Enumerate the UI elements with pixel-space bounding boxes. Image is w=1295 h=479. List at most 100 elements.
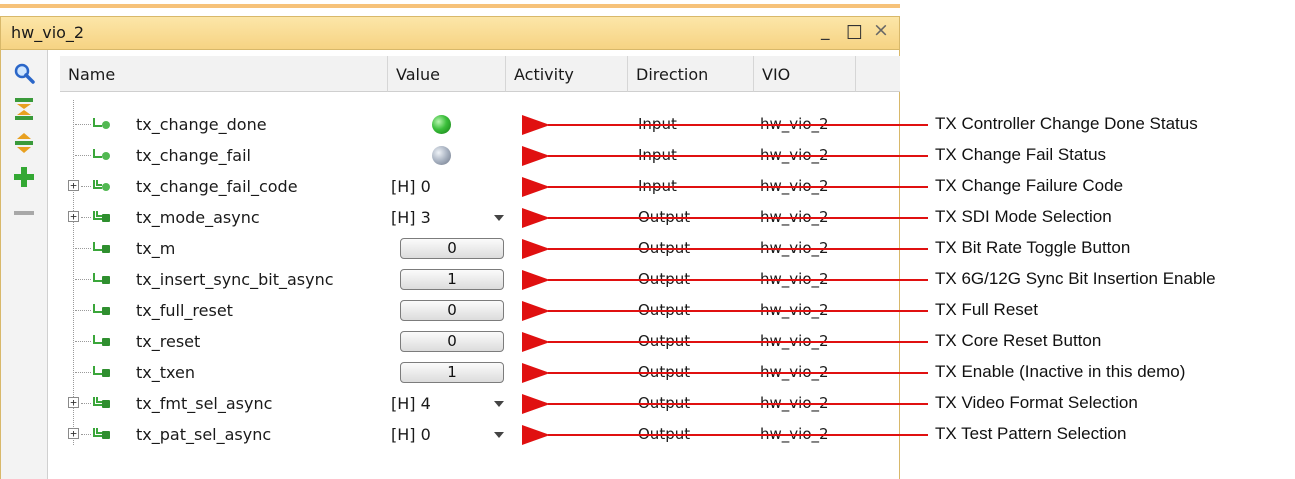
probe-vio: hw_vio_2 <box>760 301 829 319</box>
tree-connector <box>75 124 91 125</box>
input-probe-icon <box>90 116 112 134</box>
probe-toggle-button[interactable]: 1 <box>400 362 504 383</box>
column-header-vio[interactable]: VIO <box>754 56 856 92</box>
probe-name: tx_txen <box>136 363 195 382</box>
column-header-name[interactable]: Name <box>60 56 388 92</box>
table-row[interactable]: tx_change_fail Input hw_vio_2 <box>48 141 900 172</box>
minimize-button[interactable]: _ <box>821 21 830 41</box>
probe-direction: Output <box>638 208 691 226</box>
probe-direction: Output <box>638 425 691 443</box>
tree-connector <box>75 372 91 373</box>
expand-toggle-icon[interactable]: + <box>68 397 79 408</box>
add-icon[interactable] <box>11 164 37 190</box>
probe-vio: hw_vio_2 <box>760 332 829 350</box>
probe-vio: hw_vio_2 <box>760 177 829 195</box>
column-header-activity[interactable]: Activity <box>506 56 628 92</box>
probe-direction: Input <box>638 115 677 133</box>
window-top-border <box>0 0 900 12</box>
annotation-label: TX Change Failure Code <box>935 176 1124 195</box>
tree-connector <box>75 279 91 280</box>
probe-name: tx_change_fail <box>136 146 251 165</box>
table-row[interactable]: tx_full_reset 0 Output hw_vio_2 <box>48 296 900 327</box>
probe-value-select[interactable]: [H] 4 <box>391 394 431 413</box>
annotation-label: TX 6G/12G Sync Bit Insertion Enable <box>935 269 1216 288</box>
probe-direction: Output <box>638 239 691 257</box>
table-row[interactable]: tx_m 0 Output hw_vio_2 <box>48 234 900 265</box>
maximize-button[interactable]: ☐ <box>846 22 863 44</box>
annotation-label: TX Enable (Inactive in this demo) <box>935 362 1186 381</box>
table-row[interactable]: + tx_fmt_sel_async [H] 4 Output hw_vio_2 <box>48 389 900 420</box>
table-row[interactable]: tx_txen 1 Output hw_vio_2 <box>48 358 900 389</box>
probe-value-select[interactable]: [H] 3 <box>391 208 431 227</box>
chevron-down-icon[interactable] <box>494 401 504 407</box>
expand-toggle-icon[interactable]: + <box>68 211 79 222</box>
probe-toggle-button[interactable]: 0 <box>400 331 504 352</box>
vio-window: hw_vio_2 _ ☐ × Name Value Activity Direc… <box>0 0 903 479</box>
probe-name: tx_m <box>136 239 176 258</box>
table-row[interactable]: + tx_change_fail_code [H] 0 Input hw_vio_2 <box>48 172 900 203</box>
annotation-label: TX Full Reset <box>935 300 1038 319</box>
probe-table: Name Value Activity Direction VIO tx_cha… <box>48 50 900 479</box>
probe-toggle-button[interactable]: 0 <box>400 300 504 321</box>
table-row[interactable]: tx_insert_sync_bit_async 1 Output hw_vio_2 <box>48 265 900 296</box>
led-on-icon <box>432 115 451 134</box>
remove-icon[interactable] <box>11 200 37 226</box>
annotation-label: TX Video Format Selection <box>935 393 1138 412</box>
probe-name: tx_fmt_sel_async <box>136 394 273 413</box>
probe-direction: Output <box>638 301 691 319</box>
output-probe-icon <box>90 240 112 258</box>
annotation-label: TX Controller Change Done Status <box>935 114 1198 133</box>
probe-direction: Output <box>638 363 691 381</box>
annotation-label: TX Bit Rate Toggle Button <box>935 238 1131 257</box>
probe-direction: Input <box>638 177 677 195</box>
probe-vio: hw_vio_2 <box>760 363 829 381</box>
probe-name: tx_full_reset <box>136 301 233 320</box>
probe-direction: Output <box>638 394 691 412</box>
chevron-down-icon[interactable] <box>494 432 504 438</box>
collapse-all-icon[interactable] <box>11 96 37 122</box>
probe-vio: hw_vio_2 <box>760 146 829 164</box>
probe-name: tx_reset <box>136 332 201 351</box>
probe-vio: hw_vio_2 <box>760 270 829 288</box>
probe-toggle-button[interactable]: 0 <box>400 238 504 259</box>
search-icon[interactable] <box>11 60 37 86</box>
column-header-direction[interactable]: Direction <box>628 56 754 92</box>
tree-connector <box>75 341 91 342</box>
expand-toggle-icon[interactable]: + <box>68 428 79 439</box>
probe-vio: hw_vio_2 <box>760 115 829 133</box>
expand-toggle-icon[interactable]: + <box>68 180 79 191</box>
column-header-filler <box>856 56 900 92</box>
window-title: hw_vio_2 <box>11 23 85 42</box>
output-probe-icon <box>90 364 112 382</box>
expand-all-icon[interactable] <box>11 130 37 156</box>
annotation-label: TX Test Pattern Selection <box>935 424 1127 443</box>
input-probe-icon <box>90 147 112 165</box>
chevron-down-icon[interactable] <box>494 215 504 221</box>
probe-vio: hw_vio_2 <box>760 425 829 443</box>
probe-direction: Input <box>638 146 677 164</box>
vio-toolbar <box>0 50 48 479</box>
output-bus-icon <box>90 426 112 444</box>
annotation-label: TX SDI Mode Selection <box>935 207 1112 226</box>
column-header-value[interactable]: Value <box>388 56 506 92</box>
close-button[interactable]: × <box>873 19 889 41</box>
table-row[interactable]: + tx_mode_async [H] 3 Output hw_vio_2 <box>48 203 900 234</box>
probe-vio: hw_vio_2 <box>760 394 829 412</box>
tree-connector <box>75 155 91 156</box>
probe-name: tx_change_fail_code <box>136 177 298 196</box>
probe-value: [H] 0 <box>391 177 431 196</box>
probe-name: tx_insert_sync_bit_async <box>136 270 334 289</box>
output-probe-icon <box>90 271 112 289</box>
table-row[interactable]: tx_change_done Input hw_vio_2 <box>48 110 900 141</box>
probe-vio: hw_vio_2 <box>760 208 829 226</box>
probe-value-select[interactable]: [H] 0 <box>391 425 431 444</box>
tree-connector <box>75 310 91 311</box>
output-probe-icon <box>90 302 112 320</box>
table-row[interactable]: + tx_pat_sel_async [H] 0 Output hw_vio_2 <box>48 420 900 451</box>
table-row[interactable]: tx_reset 0 Output hw_vio_2 <box>48 327 900 358</box>
probe-toggle-button[interactable]: 1 <box>400 269 504 290</box>
window-titlebar[interactable]: hw_vio_2 _ ☐ × <box>0 16 900 50</box>
output-bus-icon <box>90 209 112 227</box>
probe-name: tx_mode_async <box>136 208 260 227</box>
probe-name: tx_pat_sel_async <box>136 425 272 444</box>
